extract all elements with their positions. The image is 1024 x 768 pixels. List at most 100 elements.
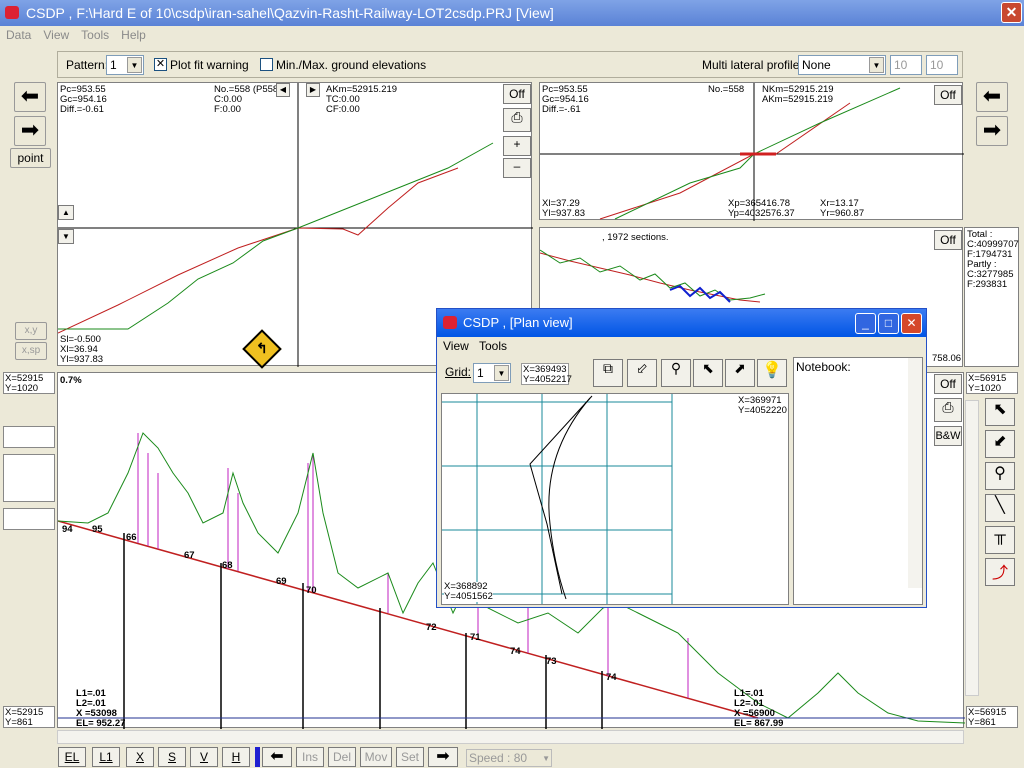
plan-view-window[interactable]: CSDP , [Plan view] _ □ ✕ View Tools Grid… (436, 308, 927, 608)
chevron-down-icon: ▼ (869, 57, 884, 73)
cross-section-panel[interactable]: Pc=953.55 Gc=954.16 Diff.=-.61 No.=558 NKm… (539, 82, 964, 221)
move-icon: ⬉ (702, 360, 714, 376)
tool-arrow-down-button[interactable]: ⬋ (985, 430, 1015, 458)
menu-data[interactable]: Data (0, 26, 37, 44)
right-profile-info: L1=.01 L2=.01 X =56900 EL= 867.99 (734, 689, 783, 729)
plot-fit-checkbox[interactable]: ✕ (154, 58, 167, 71)
lower-print-button[interactable]: ⎙ (934, 398, 962, 422)
menu-view[interactable]: View (37, 26, 75, 44)
close-button[interactable]: ✕ (1001, 2, 1022, 23)
line-icon: ╲ (995, 497, 1005, 514)
tool-line-button[interactable]: ╲ (985, 494, 1015, 522)
app-icon (443, 316, 457, 329)
left-input-3[interactable] (3, 508, 55, 530)
plan-zoom-out-button[interactable]: ⬃ (627, 359, 657, 387)
x-button[interactable]: X (126, 747, 154, 767)
notebook-scrollbar[interactable] (908, 358, 922, 588)
plan-move-button[interactable]: ⬉ (693, 359, 723, 387)
scroll-left-button[interactable]: ◀ (276, 83, 290, 97)
plan-zoom-in-button[interactable]: ⧉ (593, 359, 623, 387)
ins-button[interactable]: Ins (296, 747, 324, 767)
lateral-field-2[interactable]: 10 (926, 55, 958, 75)
s-button[interactable]: S (158, 747, 186, 767)
yl-value: Yl=937.83 (60, 354, 104, 365)
zoom-out-box-icon: ⬃ (636, 360, 648, 376)
coord-bottom-right: X=56915 Y=861 (966, 706, 1018, 728)
menu-bar: Data View Tools Help (0, 26, 1024, 45)
menu-help[interactable]: Help (115, 26, 152, 44)
tool-profile-button[interactable]: ⤴ (985, 558, 1015, 586)
bw-button[interactable]: B&W (934, 426, 962, 446)
app-icon (5, 6, 19, 19)
diff-value: Diff.=-.61 (542, 104, 581, 115)
zoom-up-button[interactable]: ▲ (58, 205, 74, 220)
zoom-out-button[interactable]: – (503, 158, 531, 178)
lower-off-button[interactable]: Off (934, 374, 962, 394)
scroll-right-button[interactable]: ▶ (306, 83, 320, 97)
minimize-button[interactable]: _ (855, 313, 876, 334)
arrow-right-icon: ➡ (20, 117, 40, 142)
notebook-panel[interactable]: Notebook: (793, 357, 923, 605)
plan-coords-bottom-left: X=368892 Y=4051562 (444, 582, 493, 602)
tool-arrow-up-button[interactable]: ⬉ (985, 398, 1015, 426)
right-prev-arrow-button[interactable]: ⬅ (976, 82, 1008, 112)
cross-section-off-button[interactable]: Off (934, 85, 962, 105)
mov-button[interactable]: Mov (360, 747, 392, 767)
grid-select[interactable]: 1 ▼ (473, 363, 511, 383)
h-button[interactable]: H (222, 747, 250, 767)
next-arrow-button[interactable]: ➡ (14, 116, 46, 146)
pattern-select[interactable]: 1 ▼ (106, 55, 144, 75)
diff-value: Diff.=-0.61 (60, 104, 104, 115)
triangle-right-icon: ▶ (309, 85, 317, 94)
speed-control[interactable]: Speed : 80 ▼ (466, 749, 552, 767)
color-indicator (255, 747, 260, 767)
zoom-in-button[interactable]: + (503, 136, 531, 156)
plan-light-button[interactable]: 💡 (757, 359, 787, 387)
print-button[interactable]: ⎙ (503, 108, 531, 132)
yp-value: Yp=4032576.37 (728, 208, 795, 219)
lateral-field-1[interactable]: 10 (890, 55, 922, 75)
minmax-checkbox[interactable] (260, 58, 273, 71)
yr-value: Yr=960.87 (820, 208, 865, 219)
xsp-button[interactable]: x,sp (15, 342, 47, 360)
top-profile-off-button[interactable]: Off (503, 84, 531, 104)
plan-close-button[interactable]: ✕ (901, 313, 922, 334)
station-label: 66 (126, 532, 137, 543)
plan-menu-view[interactable]: View (443, 339, 469, 353)
maximize-button[interactable]: □ (878, 313, 899, 334)
left-input-2[interactable] (3, 454, 55, 502)
triangle-up-icon: ▲ (62, 208, 70, 217)
plan-rotate-button[interactable]: ⬈ (725, 359, 755, 387)
horizontal-scrollbar[interactable] (57, 730, 964, 744)
left-input-1[interactable] (3, 426, 55, 448)
tool-bridge-button[interactable]: ╥ (985, 526, 1015, 554)
rotate-icon: ⬈ (734, 360, 746, 376)
plan-canvas[interactable]: X=369971 Y=4052220 X=368892 Y=4051562 (441, 393, 789, 605)
plan-map (442, 394, 673, 604)
menu-tools[interactable]: Tools (75, 26, 115, 44)
vertical-scrollbar[interactable] (965, 400, 979, 696)
plan-menu-tools[interactable]: Tools (479, 339, 507, 353)
multi-lateral-select[interactable]: None ▼ (798, 55, 886, 75)
profile-toolbar: Pattern: 1 ▼ ✕ Plot fit warning Min./Max.… (57, 51, 963, 78)
point-button[interactable]: point (10, 148, 51, 168)
right-next-arrow-button[interactable]: ➡ (976, 116, 1008, 146)
zoom-down-button[interactable]: ▼ (58, 229, 74, 244)
arrow-left-icon: ⬅ (982, 83, 1002, 108)
prev-arrow-button[interactable]: ⬅ (14, 82, 46, 112)
bottom-prev-button[interactable]: ⬅ (262, 747, 292, 767)
minmax-label: Min./Max. ground elevations (276, 58, 427, 72)
tool-probe-button[interactable]: ⚲ (985, 462, 1015, 490)
set-button[interactable]: Set (396, 747, 424, 767)
bottom-next-button[interactable]: ➡ (428, 747, 458, 767)
move-down-icon: ⬋ (993, 433, 1007, 450)
del-button[interactable]: Del (328, 747, 356, 767)
station-label: 94 (62, 524, 73, 535)
plan-probe-button[interactable]: ⚲ (661, 359, 691, 387)
chevron-down-icon: ▼ (494, 365, 509, 381)
overview-off-button[interactable]: Off (934, 230, 962, 250)
xy-button[interactable]: x,y (15, 322, 47, 340)
v-button[interactable]: V (190, 747, 218, 767)
el-button[interactable]: EL (58, 747, 86, 767)
l1-button[interactable]: L1 (92, 747, 120, 767)
